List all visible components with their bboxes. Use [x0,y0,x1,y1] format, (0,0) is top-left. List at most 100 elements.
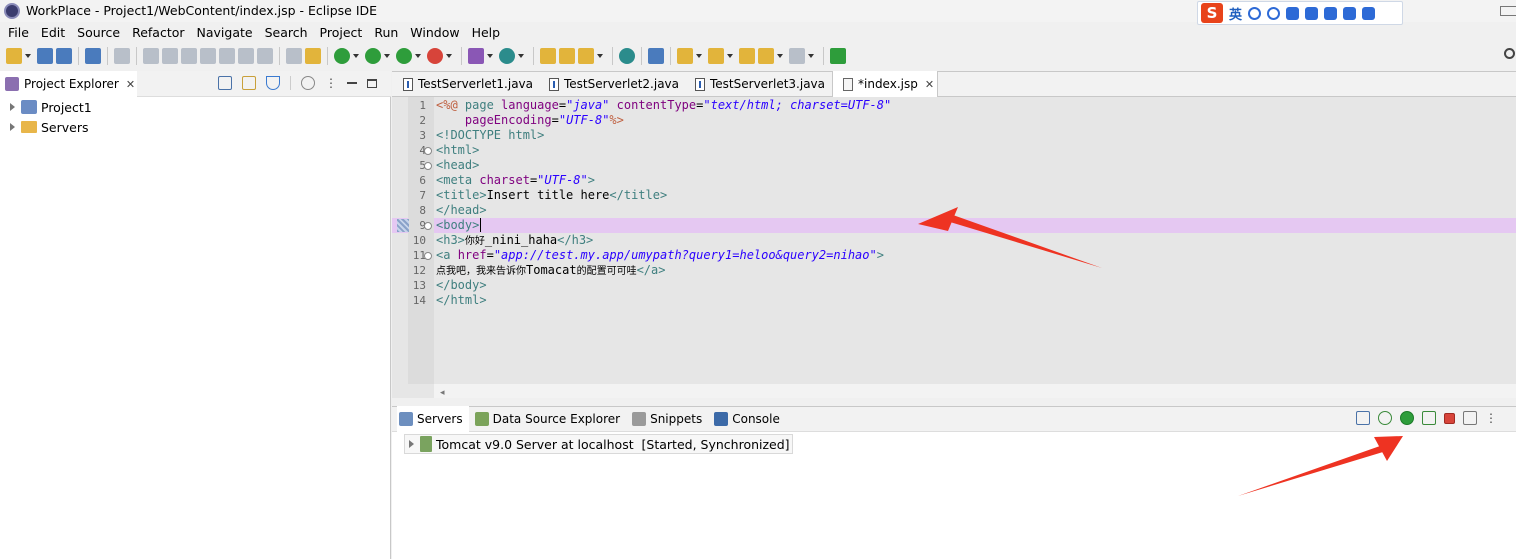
code-line[interactable]: <h3>你好_nini_haha</h3> [436,233,891,248]
new-server-icon[interactable] [468,48,484,64]
tab-testserverlet2[interactable]: TestServerlet2.java [539,71,679,97]
debug-server-icon[interactable] [1378,411,1392,425]
scroll-left-icon[interactable]: ◂ [440,388,445,398]
window-control-icon[interactable] [1500,6,1516,16]
save-all-icon[interactable] [56,48,72,64]
maximize-icon[interactable] [367,78,377,88]
code-line[interactable]: <head> [436,158,891,173]
grid-menu-icon[interactable] [1362,6,1376,20]
new-server-dropdown-icon[interactable] [487,54,493,58]
minimize-icon[interactable] [347,82,357,84]
menu-navigate[interactable]: Navigate [191,25,259,40]
save-icon[interactable] [37,48,53,64]
menu-source[interactable]: Source [71,25,126,40]
external-tools-dropdown-icon[interactable] [446,54,452,58]
step-into-icon[interactable] [219,48,235,64]
code-line[interactable]: </body> [436,278,891,293]
step-over-icon[interactable] [238,48,254,64]
fold-toggle-icon[interactable] [424,162,432,170]
keyboard-icon[interactable] [1305,6,1319,20]
terminal-icon[interactable] [85,48,101,64]
coverage-dropdown-icon[interactable] [415,54,421,58]
tab-servers[interactable]: Servers ✕ [397,406,469,432]
code-line[interactable]: 点我吧，我来告诉你Tomacat的配置可可哇</a> [436,263,891,278]
toggle-breakpoint-icon[interactable] [305,48,321,64]
code-text[interactable]: <%@ page language="java" contentType="te… [436,98,891,308]
collapse-all-icon[interactable] [1356,411,1370,425]
next-annotation-dropdown-icon[interactable] [696,54,702,58]
menu-file[interactable]: File [2,25,35,40]
stop-server-icon[interactable] [1444,412,1455,424]
coverage-icon[interactable] [396,48,412,64]
fold-toggle-icon[interactable] [424,222,432,230]
code-line[interactable]: </head> [436,203,891,218]
new-class-icon[interactable] [499,48,515,64]
new-icon[interactable] [6,48,22,64]
tab-testserverlet1[interactable]: TestServerlet1.java [393,71,533,97]
tree-item-servers[interactable]: Servers [10,117,92,137]
new-class-dropdown-icon[interactable] [518,54,524,58]
close-icon[interactable]: ✕ [126,78,135,91]
view-menu-icon[interactable]: ⋮ [325,76,337,90]
suspend-icon[interactable] [162,48,178,64]
run-icon[interactable] [365,48,381,64]
fold-toggle-icon[interactable] [424,252,432,260]
open-type-icon[interactable] [540,48,556,64]
punctuation-icon[interactable] [1248,6,1262,20]
server-entry[interactable]: Tomcat v9.0 Server at localhost [Started… [404,434,793,454]
menu-search[interactable]: Search [259,25,314,40]
link-with-editor-icon[interactable] [242,76,256,90]
expand-arrow-icon[interactable] [10,123,15,131]
filter-icon[interactable] [266,76,280,90]
next-annotation-icon[interactable] [677,48,693,64]
code-line[interactable]: <!DOCTYPE html> [436,128,891,143]
tab-index-jsp[interactable]: *index.jsp ✕ [832,71,938,97]
tab-testserverlet3[interactable]: TestServerlet3.java [685,71,827,97]
tab-console[interactable]: Console [712,406,786,432]
sogou-icon[interactable]: S [1201,3,1223,23]
open-perspective-icon[interactable] [830,48,846,64]
tab-project-explorer[interactable]: Project Explorer ✕ [0,71,137,97]
last-edit-icon[interactable] [739,48,755,64]
back-icon[interactable] [758,48,774,64]
start-server-icon[interactable] [1400,411,1414,425]
skip-breakpoints-icon[interactable] [114,48,130,64]
resume-icon[interactable] [143,48,159,64]
focus-icon[interactable] [301,76,315,90]
code-line[interactable]: <a href="app://test.my.app/umypath?query… [436,248,891,263]
menu-edit[interactable]: Edit [35,25,71,40]
microphone-icon[interactable] [1286,6,1300,20]
menu-run[interactable]: Run [368,25,404,40]
disconnect-icon[interactable] [200,48,216,64]
search-icon[interactable] [1504,48,1515,59]
previous-annotation-icon[interactable] [708,48,724,64]
forward-dropdown-icon[interactable] [808,54,814,58]
forward-icon[interactable] [789,48,805,64]
menu-window[interactable]: Window [404,25,465,40]
tab-snippets[interactable]: Snippets [630,406,708,432]
code-line[interactable]: </html> [436,293,891,308]
menu-project[interactable]: Project [314,25,369,40]
previous-annotation-dropdown-icon[interactable] [727,54,733,58]
expand-arrow-icon[interactable] [10,103,15,111]
emoji-icon[interactable] [1267,6,1281,20]
terminate-icon[interactable] [181,48,197,64]
debug-icon[interactable] [334,48,350,64]
code-line[interactable]: <%@ page language="java" contentType="te… [436,98,891,113]
expand-arrow-icon[interactable] [409,440,414,448]
tab-data-source-explorer[interactable]: Data Source Explorer [473,406,626,432]
web-browser-icon[interactable] [619,48,635,64]
profile-server-icon[interactable] [1422,411,1436,425]
ime-language-label[interactable]: 英 [1229,4,1242,23]
use-step-filters-icon[interactable] [286,48,302,64]
publish-icon[interactable] [1463,411,1477,425]
code-line[interactable]: <meta charset="UTF-8"> [436,173,891,188]
new-dropdown-icon[interactable] [25,54,31,58]
step-return-icon[interactable] [257,48,273,64]
collapse-all-icon[interactable] [218,76,232,90]
mark-occurrences-icon[interactable] [578,48,594,64]
tree-item-project1[interactable]: Project1 [10,97,92,117]
menu-refactor[interactable]: Refactor [126,25,190,40]
debug-dropdown-icon[interactable] [353,54,359,58]
mark-dropdown-icon[interactable] [597,54,603,58]
